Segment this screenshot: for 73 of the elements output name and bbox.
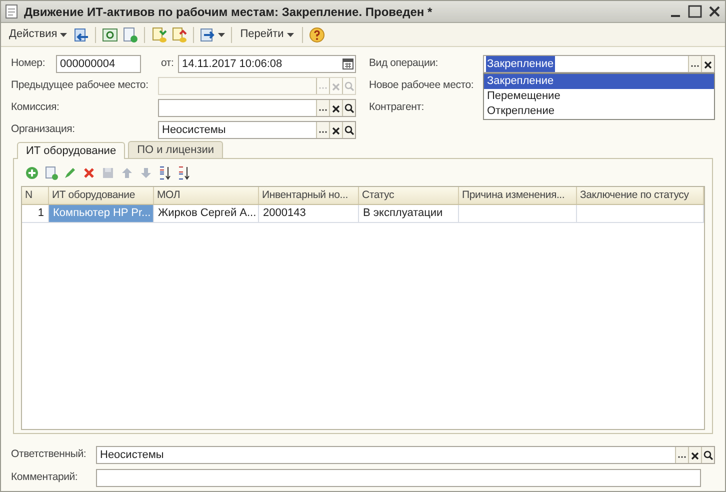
- delete-icon[interactable]: [82, 166, 96, 180]
- dropdown-option[interactable]: Закрепление: [484, 74, 714, 89]
- help-icon[interactable]: [308, 26, 325, 42]
- tab[interactable]: ПО и лицензии: [128, 141, 224, 158]
- field-label: Вид операции:: [369, 56, 440, 72]
- comment-field[interactable]: [96, 469, 701, 487]
- column-header[interactable]: ИТ оборудование: [49, 187, 154, 204]
- clear-button[interactable]: [688, 447, 701, 463]
- arrow-document-icon: [200, 26, 216, 42]
- field-label: Номер:: [11, 56, 46, 72]
- close-icon[interactable]: [708, 5, 721, 18]
- search-button[interactable]: [342, 122, 355, 138]
- sort-icon[interactable]: [158, 166, 172, 180]
- input-field[interactable]: Неосистемы: [158, 121, 356, 139]
- document-icon: [5, 4, 18, 19]
- table-cell: В эксплуатации: [359, 205, 459, 222]
- table-cell: Жирков Сергей А...: [154, 205, 259, 222]
- calendar-icon[interactable]: [341, 56, 355, 72]
- field-label: Ответственный:: [11, 447, 88, 462]
- caret-icon: [60, 32, 68, 36]
- document-plus-icon[interactable]: [122, 26, 138, 42]
- dropdown-field[interactable]: Закрепление: [483, 55, 715, 73]
- column-header[interactable]: N: [22, 187, 49, 204]
- clear-button[interactable]: [701, 56, 714, 72]
- search-icon[interactable]: [703, 450, 713, 460]
- clear-button[interactable]: [329, 100, 342, 116]
- clear-icon[interactable]: [703, 59, 713, 69]
- document-coins-icon[interactable]: [171, 26, 188, 42]
- sort-icon[interactable]: [177, 166, 191, 180]
- clear-icon[interactable]: [331, 125, 341, 135]
- field-label: Комментарий:: [11, 470, 79, 486]
- search-icon[interactable]: [344, 125, 354, 135]
- column-header[interactable]: Инвентарный но...: [259, 187, 359, 204]
- clear-icon[interactable]: [331, 103, 341, 113]
- tab[interactable]: ИТ оборудование: [17, 142, 126, 159]
- column-header[interactable]: Статус: [359, 187, 459, 204]
- maximize-icon[interactable]: [688, 5, 702, 18]
- input-field[interactable]: [158, 99, 356, 117]
- field-label: от:: [161, 56, 175, 72]
- clear-button[interactable]: [329, 122, 342, 138]
- menu-button[interactable]: Действия: [7, 26, 70, 43]
- caret-icon: [218, 32, 226, 36]
- field-label: Организация:: [11, 122, 76, 138]
- document-arrow-icon[interactable]: [73, 26, 90, 42]
- document-coins-icon[interactable]: [151, 26, 168, 42]
- field-label: Предыдущее рабочее место:: [11, 78, 150, 94]
- column-header[interactable]: Причина изменения...: [459, 187, 577, 204]
- column-header[interactable]: МОЛ: [154, 187, 259, 204]
- field-label: Комиссия:: [11, 100, 60, 116]
- dropdown-button[interactable]: [200, 26, 226, 42]
- document-plus-icon[interactable]: [44, 166, 58, 180]
- search-icon[interactable]: [344, 103, 354, 113]
- caret-icon: [286, 32, 294, 36]
- table-cell: 2000143: [259, 205, 359, 222]
- selected-text: Закрепление: [486, 56, 555, 72]
- column-header[interactable]: Заключение по статусу: [577, 187, 704, 204]
- dropdown-option[interactable]: Перемещение: [484, 89, 714, 104]
- clear-icon: [331, 81, 341, 91]
- input-field[interactable]: 000000004: [56, 55, 141, 73]
- date-field[interactable]: 14.11.2017 10:06:08: [178, 55, 356, 73]
- field-label: Контрагент:: [369, 100, 424, 116]
- table-cell: Компьютер HP Pr...: [49, 205, 154, 222]
- clear-icon[interactable]: [690, 450, 700, 460]
- search-button[interactable]: [701, 447, 714, 463]
- input-field[interactable]: Неосистемы: [96, 446, 715, 464]
- dropdown-option[interactable]: Открепление: [484, 104, 714, 119]
- search-button[interactable]: [342, 100, 355, 116]
- window-title: Движение ИТ-активов по рабочим местам: Закрепление. Проведен *: [24, 4, 434, 20]
- search-icon: [344, 81, 354, 91]
- add-icon[interactable]: [25, 166, 39, 180]
- field-label: Новое рабочее место:: [369, 78, 474, 94]
- menu-button[interactable]: Перейти: [238, 26, 296, 43]
- pencil-icon[interactable]: [63, 166, 77, 180]
